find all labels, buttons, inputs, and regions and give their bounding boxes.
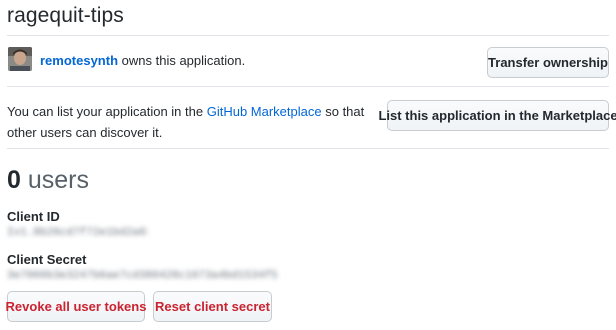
marketplace-description: You can list your application in the Git… xyxy=(7,101,382,143)
page-title: ragequit-tips xyxy=(7,4,124,27)
divider xyxy=(7,148,609,149)
owner-statement: remotesynth owns this application. xyxy=(40,53,245,68)
divider xyxy=(7,35,609,36)
reset-client-secret-button[interactable]: Reset client secret xyxy=(153,291,272,322)
client-secret-value: 3e7066b3e3247b6ae7cd380428c1673a4bd1534f… xyxy=(7,270,278,282)
avatar-image xyxy=(8,47,32,71)
revoke-all-user-tokens-button[interactable]: Revoke all user tokens xyxy=(6,291,146,322)
client-id-label: Client ID xyxy=(7,209,60,224)
divider xyxy=(7,86,609,87)
users-count: 0 users xyxy=(7,166,89,195)
list-in-marketplace-button[interactable]: List this application in the Marketplace xyxy=(378,100,616,131)
client-id-value: Iv1.8b26cd7f72e1bd2a6b3 xyxy=(7,227,147,239)
users-count-number: 0 xyxy=(7,166,21,194)
app-settings-page: ragequit-tips remotesynth owns this appl… xyxy=(0,0,616,330)
users-count-label: users xyxy=(20,166,89,194)
owner-username-link[interactable]: remotesynth xyxy=(40,53,118,68)
github-marketplace-link[interactable]: GitHub Marketplace xyxy=(207,104,322,119)
client-secret-label: Client Secret xyxy=(7,252,87,267)
marketplace-text-before: You can list your application in the xyxy=(7,104,207,119)
avatar[interactable] xyxy=(8,47,32,71)
transfer-ownership-button[interactable]: Transfer ownership xyxy=(487,47,609,78)
owner-text: owns this application. xyxy=(118,53,246,68)
